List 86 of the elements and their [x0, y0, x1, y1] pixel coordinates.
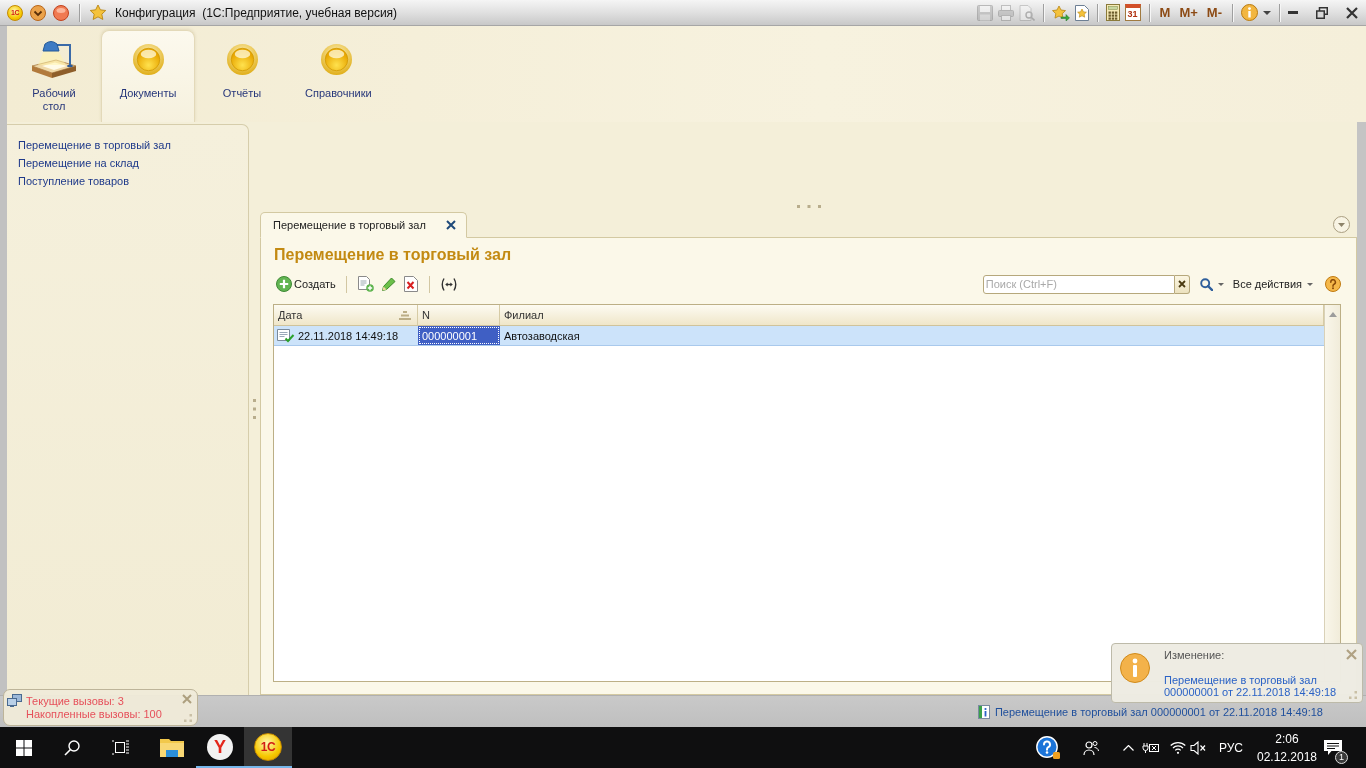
star-arrow-icon[interactable] — [1051, 4, 1070, 21]
counter-text: Текущие вызовы: 3 — [26, 695, 125, 708]
resize-grip-icon[interactable] — [184, 714, 192, 722]
clock-date[interactable]: 02.12.2018 — [1256, 747, 1318, 766]
column-title: Дата — [278, 309, 303, 321]
x-icon — [1177, 280, 1186, 288]
table-cell: 000000001 — [418, 326, 500, 345]
section-tab[interactable]: Рабочий стол — [7, 30, 101, 122]
info-icon — [977, 704, 990, 719]
memory-button[interactable]: M+ — [1177, 3, 1200, 22]
wifi-icon[interactable] — [1170, 741, 1186, 754]
calculator-icon[interactable] — [1105, 4, 1120, 21]
search-icon — [64, 739, 80, 756]
search-icon[interactable] — [1199, 277, 1213, 291]
language-indicator[interactable]: РУС — [1212, 740, 1250, 755]
task-view-icon — [111, 740, 129, 755]
status-link[interactable]: Перемещение в торговый зал 000000001 от 22.11.2018 14:49:18 — [994, 705, 1323, 718]
navigation-link[interactable]: Поступление товаров — [18, 172, 130, 190]
notification-link[interactable]: Перемещение в торговый зал — [1164, 674, 1317, 686]
navigation-link[interactable]: Перемещение в торговый зал — [18, 136, 171, 154]
column-header[interactable]: Дата — [274, 305, 418, 325]
notification-badge: 1 — [1335, 751, 1348, 764]
grip-dots-icon[interactable] — [253, 398, 256, 419]
star-icon[interactable] — [90, 5, 106, 20]
sort-icon — [399, 310, 411, 320]
muted-speaker-icon[interactable] — [1190, 740, 1206, 755]
document-x-icon[interactable] — [403, 276, 418, 292]
orb-icon — [132, 43, 164, 75]
memory-button[interactable]: M- — [1204, 3, 1224, 22]
app-logo: 1С — [254, 732, 282, 761]
pencil-icon[interactable] — [381, 277, 396, 291]
caret-icon[interactable] — [1263, 10, 1271, 15]
taskbar-app[interactable]: 1С — [244, 727, 292, 768]
chevron-up-icon[interactable] — [1122, 744, 1134, 751]
search-field[interactable]: Поиск (Ctrl+F) — [982, 274, 1175, 294]
star-document-icon[interactable] — [1074, 4, 1089, 21]
window-title: Конфигурация (1С:Предприятие, учебная версия) — [115, 5, 398, 20]
help-icon[interactable] — [1036, 736, 1060, 759]
memory-button[interactable]: M — [1157, 3, 1173, 22]
orb-icon[interactable] — [53, 4, 69, 21]
all-actions-button[interactable]: Все действия — [1228, 278, 1317, 290]
orb-icon — [226, 43, 258, 75]
notification-label: Изменение: — [1164, 649, 1225, 662]
column-header[interactable]: N — [418, 305, 500, 325]
bracket-arrows-icon[interactable] — [440, 277, 457, 291]
table-cell-text: Автозаводская — [503, 328, 581, 344]
calendar-button[interactable]: 31 — [1124, 4, 1141, 21]
info-icon — [1120, 653, 1150, 683]
table-cell-text: 22.11.2018 14:49:18 — [297, 328, 400, 344]
close-icon[interactable] — [446, 220, 456, 230]
grip-dots-icon[interactable] — [796, 205, 821, 208]
help-icon[interactable] — [1325, 276, 1341, 292]
caret-icon[interactable] — [1217, 282, 1224, 286]
section-label: Рабочий стол — [31, 87, 77, 113]
close-icon[interactable] — [1346, 6, 1358, 19]
windows-logo-icon — [16, 739, 32, 756]
create-button[interactable]: Создать — [273, 274, 339, 294]
app-logo: Y — [207, 733, 233, 760]
column-title: N — [422, 309, 430, 321]
notification-link[interactable]: 000000001 от 22.11.2018 14:49:18 — [1164, 686, 1337, 698]
message-icon[interactable] — [1324, 739, 1342, 756]
column-title: Филиал — [504, 309, 544, 321]
section-label: Отчёты — [222, 87, 262, 100]
resize-grip-icon[interactable] — [1349, 691, 1357, 699]
section-tab[interactable]: Документы — [101, 30, 195, 122]
document-plus-icon[interactable] — [357, 276, 374, 292]
orb-icon — [320, 43, 352, 75]
table-row[interactable]: 22.11.2018 14:49:18 000000001 Автозаводская — [274, 326, 1324, 346]
battery-plug-icon[interactable] — [1142, 741, 1160, 754]
form-title: Перемещение в торговый зал — [274, 245, 513, 265]
section-label: Документы — [119, 87, 177, 100]
caret-circle-icon[interactable] — [30, 4, 46, 21]
plus-circle-icon — [276, 276, 292, 292]
clock-time[interactable]: 2:06 — [1275, 729, 1299, 748]
navigation-link[interactable]: Перемещение на склад — [18, 154, 140, 172]
caret-icon — [1307, 282, 1313, 286]
section-tab[interactable]: Справочники — [289, 30, 383, 122]
counter-text: Накопленные вызовы: 100 — [26, 708, 163, 721]
info-icon[interactable] — [1241, 4, 1258, 21]
monitors-icon — [7, 694, 22, 707]
restore-icon[interactable] — [1316, 6, 1328, 19]
section-tab[interactable]: Отчёты — [195, 30, 289, 122]
people-icon[interactable] — [1083, 739, 1099, 756]
folder-icon — [160, 736, 184, 757]
tab[interactable]: Перемещение в торговый зал — [260, 212, 467, 238]
desk-lamp-icon — [30, 39, 78, 79]
